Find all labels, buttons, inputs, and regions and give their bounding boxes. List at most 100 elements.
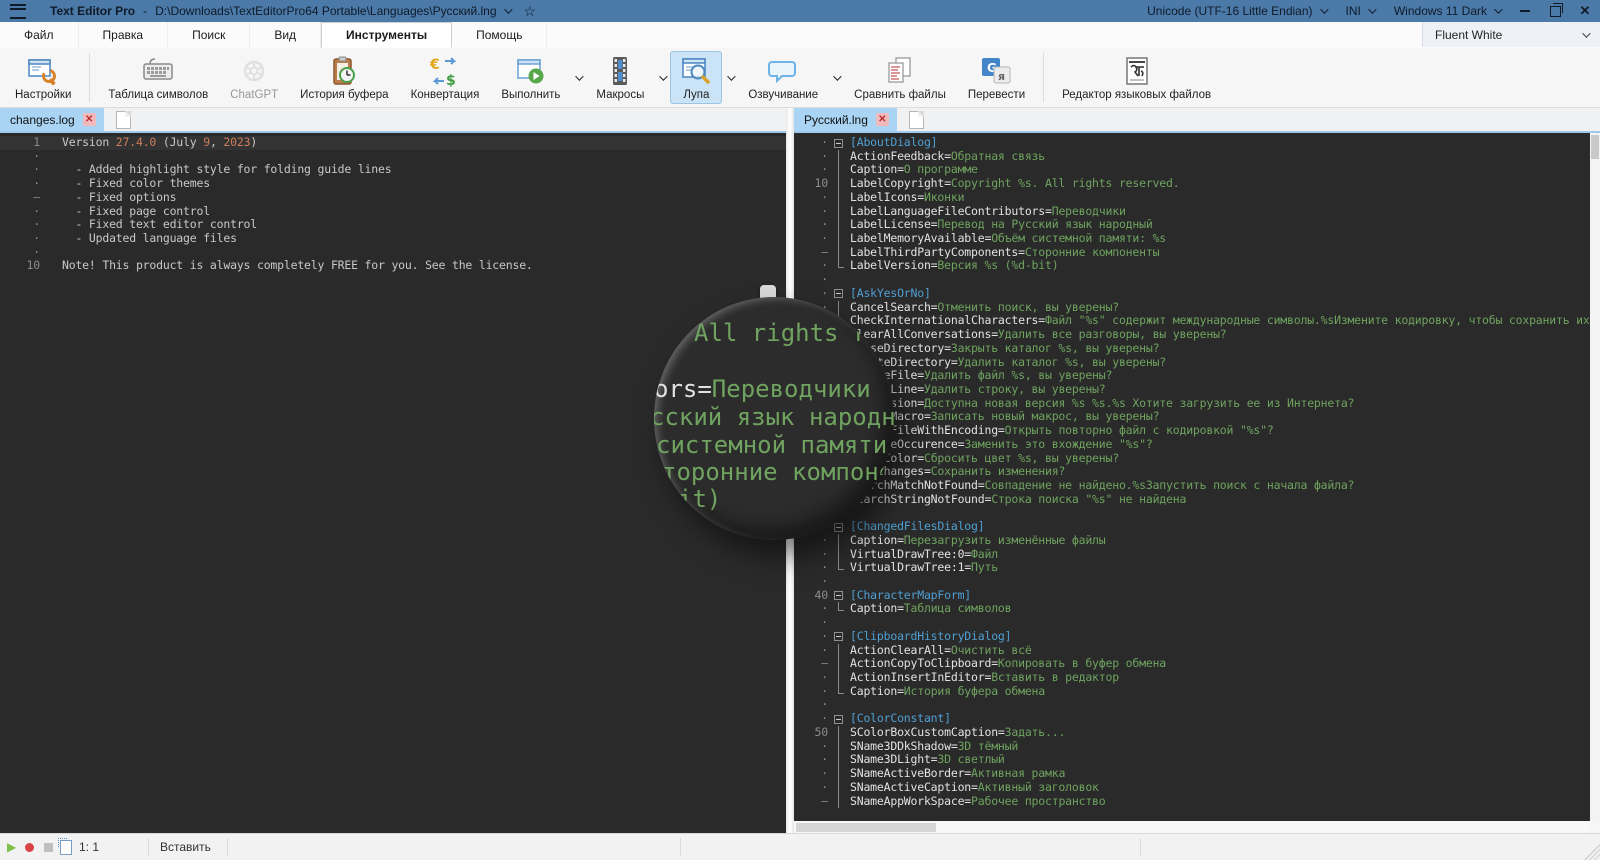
menu-item-правка[interactable]: Правка [79,22,169,48]
theme-selector[interactable]: Windows 11 Dark [1384,0,1510,22]
editor-line: –DeleteLine=Удалить строку, вы уверены? [794,382,1600,397]
translate-icon: Gя [980,55,1012,87]
toolbar-button-translate[interactable]: Gя Перевести [958,51,1035,104]
minimize-button[interactable] [1510,0,1540,22]
fold-collapse-icon[interactable] [834,632,843,642]
toolbar-button-character-map[interactable]: Таблица символов [98,51,218,104]
editor-line: · ActionInsertInEditor=Вставить в редакто… [794,670,1600,685]
vertical-scrollbar[interactable] [1590,133,1600,821]
fold-guide [834,547,850,562]
editor-line: · - Fixed text editor control [0,218,786,232]
editor-line: · Caption=История буфера обмена [794,684,1600,699]
new-document-icon[interactable] [908,111,924,129]
code-text: - Fixed page control [62,204,210,218]
editor-line: · [ColorConstant] [794,711,1600,726]
encoding-selector[interactable]: Unicode (UTF-16 Little Endian) [1137,0,1335,22]
editor-line: ·ReplaceOccurence=Заменить это вхождение… [794,437,1600,452]
code-text: VirtualDrawTree:1=Путь [850,561,998,575]
file-type-selector[interactable]: INI [1336,0,1384,22]
gutter-line-number: · [821,601,828,616]
resize-grip[interactable] [1584,844,1600,860]
toolbar-dropdown-chevron-icon[interactable] [655,71,669,81]
toolbar-button-language-file-editor[interactable]: Редактор языковых файлов [1052,51,1221,104]
code-text: CloseDirectory=Закрыть каталог %s, вы ув… [850,341,1160,355]
toolbar-separator [1043,53,1045,102]
toolbar-dropdown-chevron-icon[interactable] [571,71,585,81]
code-text: - Fixed color themes [62,177,210,191]
toolbar-button-label: История буфера [300,89,389,101]
tab-close-icon[interactable]: ✕ [82,113,96,126]
menu-item-инструменты[interactable]: Инструменты [321,22,453,48]
fold-guide [834,575,850,589]
menu-item-поиск[interactable]: Поиск [168,22,251,48]
code-text: ActionClearAll=Очистить всё [850,643,1032,657]
toolbar-dropdown-chevron-icon[interactable] [829,71,843,81]
toolbar-button-speech[interactable]: Озвучивание [738,51,828,104]
gutter-line-number: · [821,135,828,149]
macro-play-icon[interactable]: ▶ [7,840,16,854]
code-text: LabelIcons=Иконки [850,190,965,204]
toolbar-button-label: Сравнить файлы [854,89,946,101]
tab-changes-log[interactable]: changes.log ✕ [0,108,104,131]
fold-collapse-icon[interactable] [834,714,843,724]
editor-line: · LabelLicense=Перевод на Русский язык на… [794,218,1600,232]
tab-close-icon[interactable]: ✕ [875,113,889,126]
menu-item-вид[interactable]: Вид [250,22,322,48]
status-separator [148,838,149,856]
gutter-line-number: 50 [814,724,829,739]
editor-line: ·NewVersion=Доступна новая версия %s %s.… [794,396,1600,411]
scrollbar-thumb[interactable] [796,823,936,832]
title-separator: - [143,4,148,18]
editor-line: 40 [CharacterMapForm] [794,588,1600,603]
chevron-down-icon [1319,5,1329,14]
toolbar-button-convert[interactable]: € $ Конвертация [401,51,490,104]
toolbar-button-clipboard-history[interactable]: История буфера [290,51,398,104]
maximize-button[interactable] [1540,0,1570,22]
toolbar-button-macros[interactable]: Макросы [586,51,654,104]
toolbar-dropdown-chevron-icon[interactable] [723,71,737,81]
code-text: Note! This product is always completely … [62,259,533,273]
gutter-line-number: · [821,711,828,726]
fold-collapse-icon[interactable] [834,138,843,148]
toolbar-button-run[interactable]: Выполнить [491,51,570,104]
favorite-star-icon[interactable]: ☆ [524,4,537,18]
code-text: [ClipboardHistoryDialog] [850,629,1012,643]
menu-item-помощь[interactable]: Помощь [452,22,548,48]
editor-line: · LabelLanguageFileContributors=Переводчи… [794,204,1600,219]
file-path-chevron-icon[interactable] [503,5,513,14]
fold-guide [834,287,850,301]
macro-stop-icon[interactable] [44,842,54,852]
editor-line: ·DeleteDirectory=Удалить каталог %s, вы … [794,355,1600,370]
file-type-value: INI [1345,4,1361,18]
scrollbar-thumb[interactable] [1591,135,1599,159]
right-editor[interactable]: · [AboutDialog] · ActionFeedback=Обратная с… [794,133,1600,821]
new-document-icon[interactable] [115,111,131,129]
fold-collapse-icon[interactable] [834,289,843,299]
fold-collapse-icon[interactable] [834,522,843,532]
toolbar-button-compare-files[interactable]: Сравнить файлы [844,51,956,104]
hamburger-menu-icon[interactable] [10,3,26,19]
clipboard-history-icon [328,55,360,87]
tab-russky-lng[interactable]: Русский.lng ✕ [794,108,897,131]
app-window: Text Editor Pro - D:\Downloads\TextEdito… [0,0,1600,860]
editor-line: · [794,698,1600,712]
editor-line: · - Updated language files [0,231,786,246]
insert-mode: Вставить [160,834,211,860]
toolbar-button-settings[interactable]: Настройки [5,51,81,104]
close-button[interactable]: ✕ [1570,0,1600,22]
fold-guide [834,259,850,273]
fold-guide [834,177,850,191]
style-selector[interactable]: Fluent White [1422,22,1600,47]
toolbar-button-magnifier[interactable]: Лупа [670,51,723,104]
gutter-line-number: · [821,738,828,753]
macro-record-icon[interactable] [25,842,35,852]
editor-line: · CancelSearch=Отменить поиск, вы уверены… [794,300,1600,315]
menu-item-файл[interactable]: Файл [0,22,79,48]
fold-collapse-icon[interactable] [834,591,843,601]
code-text: SName3DDkShadow=3D тёмный [850,739,1019,753]
code-text: CancelSearch=Отменить поиск, вы уверены? [850,300,1119,314]
toolbar-button-label: Озвучивание [748,89,819,101]
macros-icon [604,55,636,87]
magnifier-loupe[interactable]: All rights re ors=Переводчики сский язык н… [654,297,894,540]
gutter-line-number: · [821,574,828,588]
